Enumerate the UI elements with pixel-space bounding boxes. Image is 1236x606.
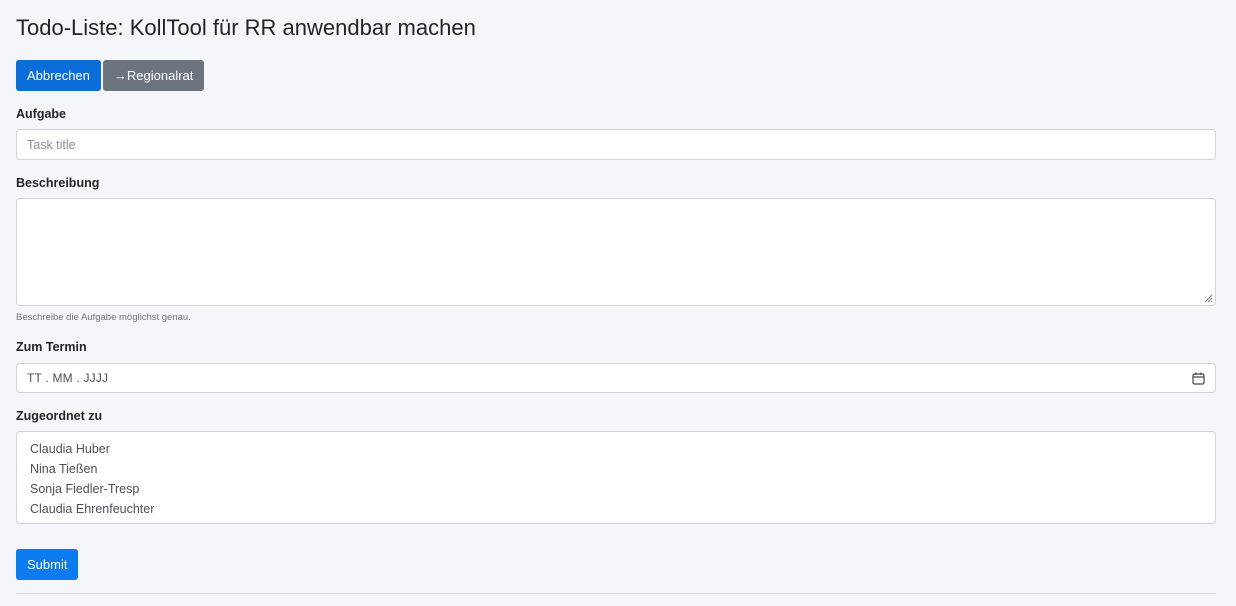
regionalrat-button[interactable]: →Regionalrat <box>102 60 205 91</box>
assignees-label: Zugeordnet zu <box>16 409 103 423</box>
assignee-option[interactable]: Claudia Huber <box>17 439 1215 459</box>
assignee-option[interactable]: Claudia Ehrenfeuchter <box>17 499 1215 519</box>
bottom-divider <box>16 593 1216 594</box>
description-help-text: Beschreibe die Aufgabe möglichst genau. <box>16 312 191 323</box>
due-date-label: Zum Termin <box>16 340 87 354</box>
resize-grip-icon[interactable] <box>1204 294 1213 303</box>
task-label: Aufgabe <box>16 107 66 121</box>
calendar-icon[interactable] <box>1192 372 1205 385</box>
due-date-placeholder: TT . MM . JJJJ <box>27 371 109 385</box>
cancel-button[interactable]: Abbrechen <box>16 60 101 91</box>
page-title: Todo-Liste: KollTool für RR anwendbar ma… <box>16 15 476 40</box>
assignees-multiselect[interactable]: Claudia Huber Nina Tießen Sonja Fiedler-… <box>16 431 1216 524</box>
todo-form-page: Todo-Liste: KollTool für RR anwendbar ma… <box>0 0 1236 606</box>
action-buttons: Abbrechen →Regionalrat <box>16 60 205 91</box>
assignee-option[interactable]: Nina Tießen <box>17 459 1215 479</box>
task-title-input[interactable]: Task title <box>16 129 1216 160</box>
assignee-option[interactable]: Sonja Fiedler-Tresp <box>17 479 1215 499</box>
submit-area: Submit <box>16 549 79 580</box>
due-date-input[interactable]: TT . MM . JJJJ <box>16 363 1216 393</box>
description-label: Beschreibung <box>16 176 100 190</box>
task-title-placeholder: Task title <box>27 137 76 152</box>
submit-button[interactable]: Submit <box>16 549 79 580</box>
description-textarea[interactable] <box>16 198 1216 306</box>
